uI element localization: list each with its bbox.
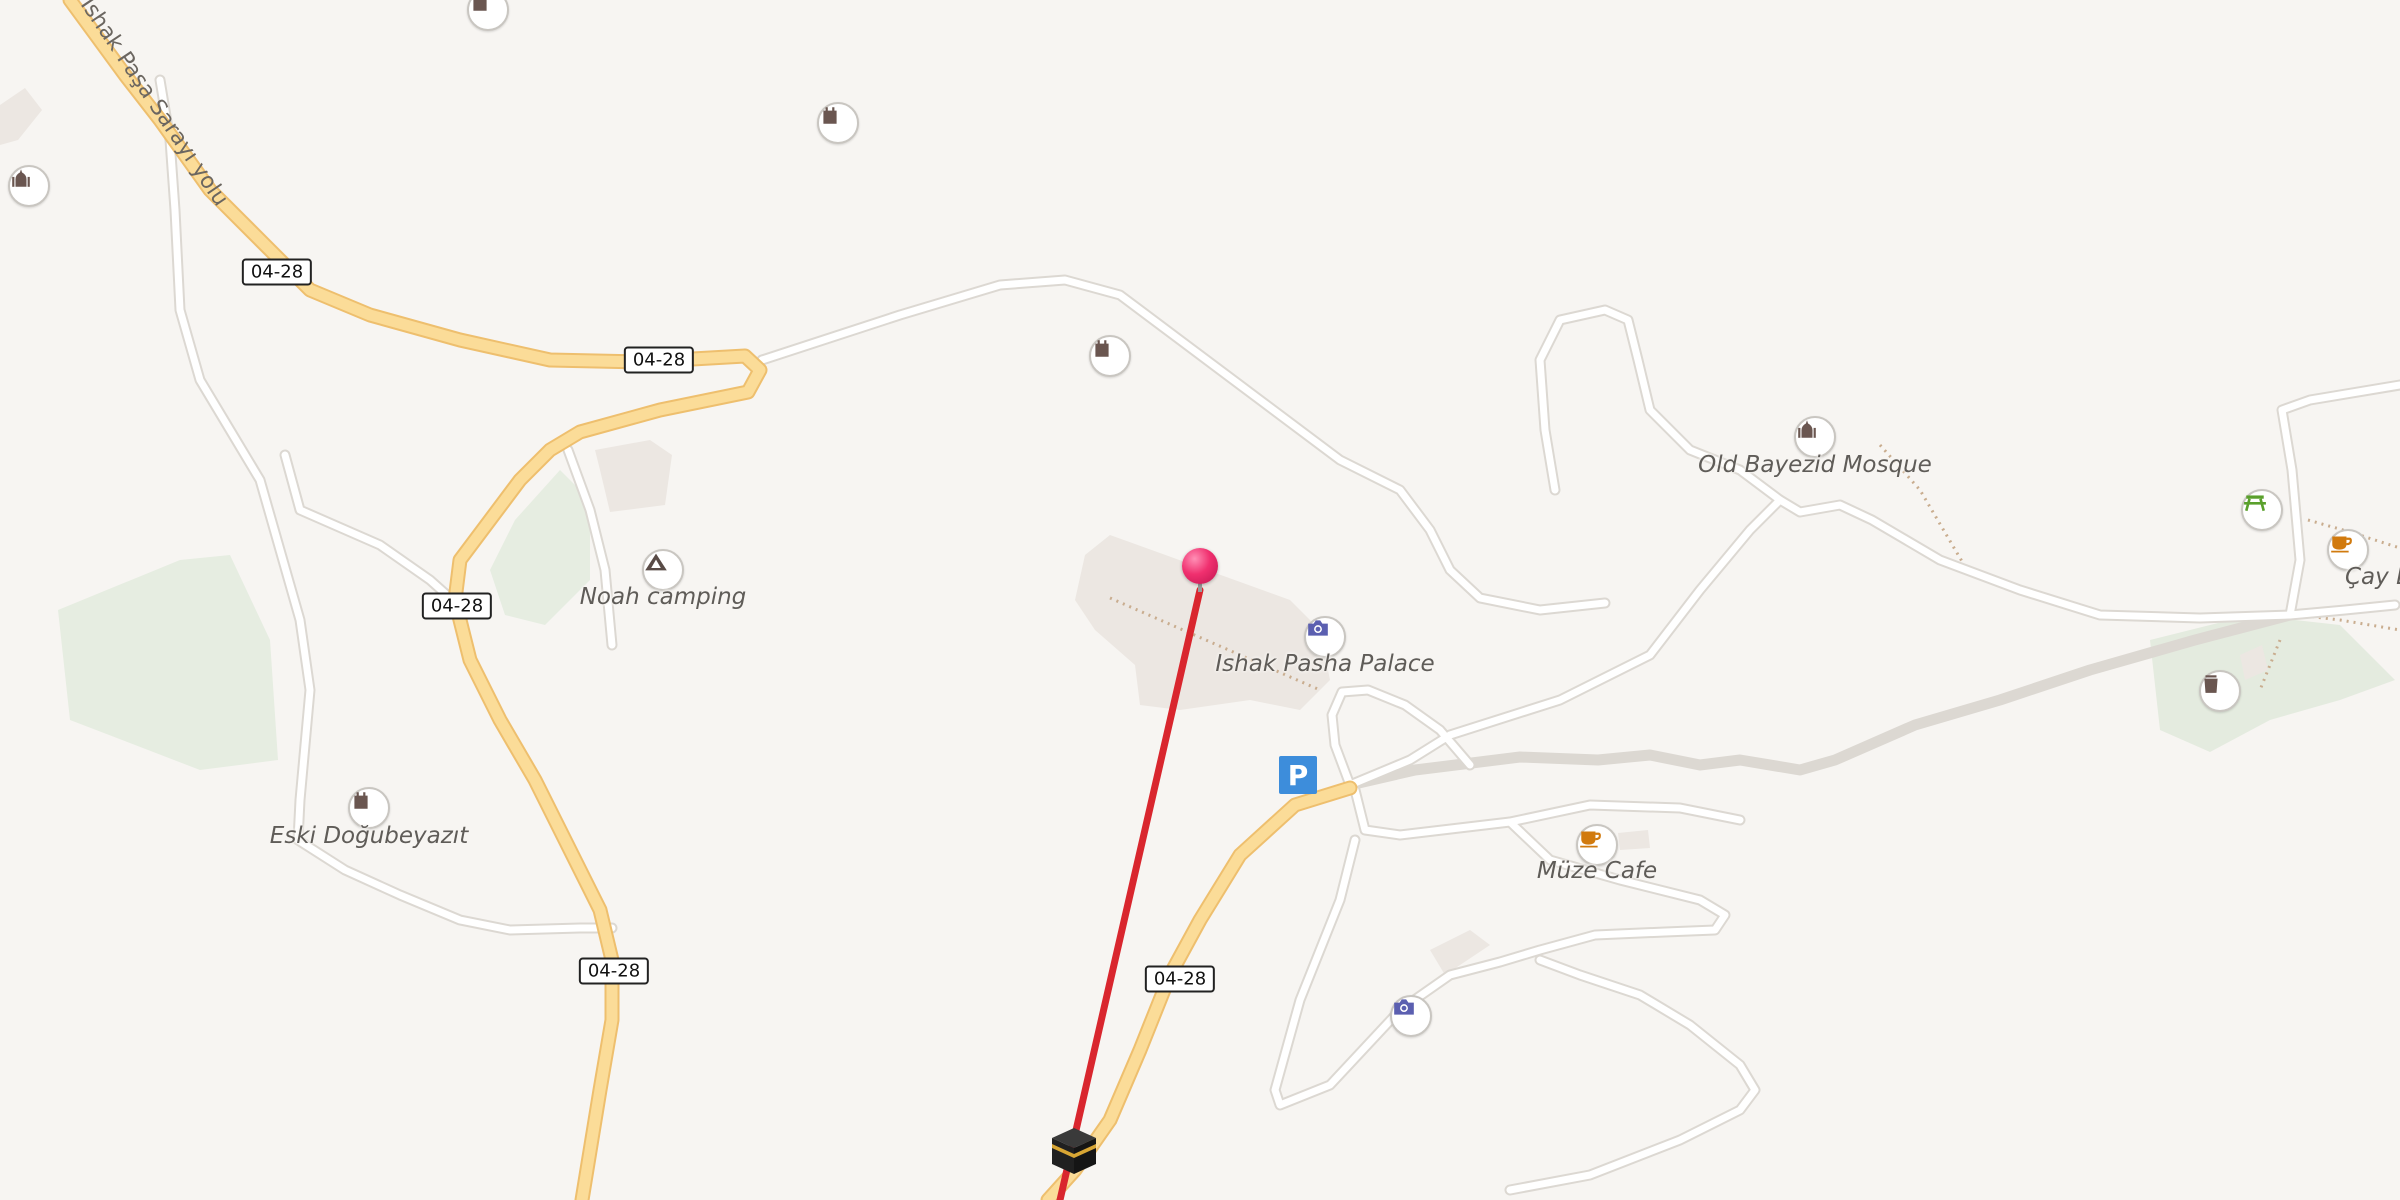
- place-label-ishak-pasha-palace: Ishak Pasha Palace: [1215, 651, 1435, 677]
- parking-icon[interactable]: P: [1279, 756, 1317, 794]
- minor-road: [1506, 956, 1759, 1194]
- map-pin-icon[interactable]: [1182, 548, 1218, 598]
- building: [1618, 830, 1650, 850]
- road-ref-shield: 04-28: [241, 258, 313, 286]
- waste-basket-icon[interactable]: [2199, 670, 2241, 712]
- picnic-icon[interactable]: [2241, 489, 2283, 531]
- building: [0, 88, 42, 145]
- route-line: [1056, 586, 1204, 1200]
- map-base-layer: İshak Paşa Sarayı yolu: [0, 0, 2400, 1200]
- minor-road: [1271, 818, 1729, 1109]
- road-ref-shield: 04-28: [623, 346, 695, 374]
- place-label-cay-bahces: Çay Bahçes: [2345, 564, 2400, 590]
- castle-icon[interactable]: [1089, 335, 1131, 377]
- map-canvas[interactable]: İshak Paşa Sarayı yolu 04-28 04-28 04-28…: [0, 0, 2400, 1200]
- building: [595, 440, 672, 512]
- kaaba-icon[interactable]: [1046, 1122, 1102, 1178]
- minor-road: [1536, 306, 2399, 622]
- road-name-label: İshak Paşa Sarayı yolu: [75, 0, 234, 211]
- castle-icon[interactable]: [817, 102, 859, 144]
- mosque-icon[interactable]: [8, 165, 50, 207]
- green-area: [2150, 615, 2395, 752]
- road-ref-shield: 04-28: [1144, 965, 1216, 993]
- road-ref-shield: 04-28: [421, 592, 493, 620]
- minor-road: [281, 451, 462, 609]
- camera-icon[interactable]: [1390, 995, 1432, 1037]
- road-ref-shield: 04-28: [578, 957, 650, 985]
- place-label-noah-camping: Noah camping: [579, 584, 747, 610]
- place-label-muze-cafe: Müze Cafe: [1536, 858, 1658, 884]
- green-area: [58, 555, 278, 770]
- minor-road: [1346, 496, 1784, 789]
- place-label-eski-dogubeyazit: Eski Doğubeyazıt: [269, 823, 469, 849]
- place-label-old-bayezid-mosque: Old Bayezid Mosque: [1698, 452, 1932, 478]
